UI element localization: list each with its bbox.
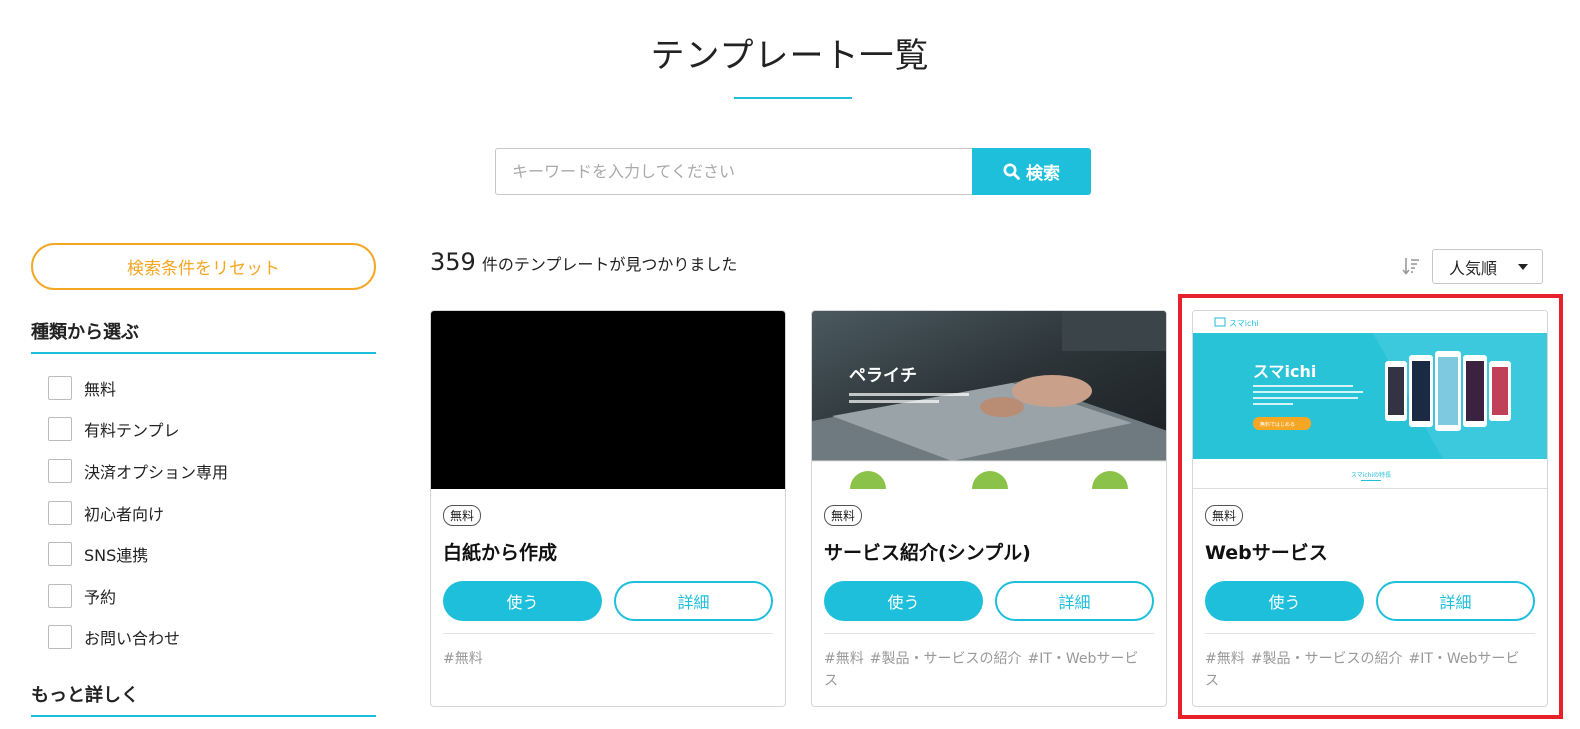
tag[interactable]: #無料 (443, 651, 483, 667)
template-card[interactable]: 無料 白紙から作成 使う 詳細 #無料 (430, 310, 786, 707)
sort-select[interactable]: 人気順 (1432, 249, 1543, 284)
filter-paid-template[interactable]: 有料テンプレ (48, 409, 228, 451)
filter-label: お問い合わせ (84, 629, 181, 649)
use-button[interactable]: 使う (1205, 581, 1364, 621)
filter-payment-option[interactable]: 決済オプション専用 (48, 450, 228, 492)
sort-order-icon[interactable] (1402, 256, 1420, 276)
checkbox[interactable] (48, 625, 72, 650)
use-button[interactable]: 使う (443, 581, 602, 621)
sort-select-value: 人気順 (1449, 258, 1498, 278)
search-box: 検索 (495, 148, 1091, 195)
search-icon (1003, 163, 1020, 180)
caret-down-icon (1518, 263, 1528, 270)
template-card[interactable]: ペライチ 無料 サービス紹介(シンプル) 使う 詳細 #無料 #製品・サービスの紹… (811, 310, 1167, 707)
price-badge: 無料 (443, 505, 482, 526)
results-count: 359 件のテンプレートが見つかりました (430, 248, 737, 276)
page-title: テンプレート一覧 (650, 36, 930, 76)
filter-label: SNS連携 (84, 546, 149, 566)
thumb-section-text: スマichiの特長 (1351, 471, 1391, 479)
detail-button[interactable]: 詳細 (995, 581, 1154, 621)
results-count-text: 件のテンプレートが見つかりました (481, 255, 738, 274)
card-divider (1205, 633, 1535, 634)
thumb-logo-text: スマichi (1229, 319, 1259, 328)
more-section-heading: もっと詳しく (31, 681, 376, 717)
template-thumbnail[interactable] (431, 311, 785, 489)
filter-label: 無料 (84, 379, 117, 399)
use-button[interactable]: 使う (824, 581, 983, 621)
tag[interactable]: #無料 (1205, 651, 1245, 667)
tag[interactable]: #無料 (824, 651, 864, 667)
checkbox[interactable] (48, 458, 72, 483)
checkbox[interactable] (48, 500, 72, 525)
checkbox[interactable] (48, 375, 72, 400)
search-input[interactable] (495, 148, 972, 195)
checkbox[interactable] (48, 417, 72, 442)
template-title: Webサービス (1205, 542, 1328, 564)
filter-list: 無料 有料テンプレ 決済オプション専用 初心者向け SNS連携 予約 お問い合わ… (48, 367, 228, 658)
price-badge: 無料 (824, 505, 863, 526)
type-section-heading: 種類から選ぶ (31, 318, 376, 354)
template-thumbnail[interactable]: ペライチ (812, 311, 1166, 489)
detail-button[interactable]: 詳細 (614, 581, 773, 621)
detail-button[interactable]: 詳細 (1376, 581, 1535, 621)
filter-beginner[interactable]: 初心者向け (48, 492, 228, 534)
filter-label: 決済オプション専用 (84, 462, 229, 482)
checkbox[interactable] (48, 542, 72, 567)
filter-reservation[interactable]: 予約 (48, 575, 228, 617)
template-thumbnail[interactable]: スマichi スマichi 無料ではじめる スマichiの特長 (1193, 311, 1547, 489)
template-card[interactable]: スマichi スマichi 無料ではじめる スマichiの特長 無料 Webサー… (1192, 310, 1548, 707)
filter-free[interactable]: 無料 (48, 367, 228, 409)
filter-sns[interactable]: SNS連携 (48, 533, 228, 575)
template-title: サービス紹介(シンプル) (824, 542, 1031, 564)
checkbox[interactable] (48, 583, 72, 608)
tag[interactable]: #製品・サービスの紹介 (870, 651, 1022, 667)
title-underline (734, 97, 852, 99)
search-button[interactable]: 検索 (972, 148, 1091, 195)
filter-label: 有料テンプレ (84, 421, 180, 441)
template-title: 白紙から作成 (443, 542, 558, 564)
webservice-preview-image: スマichi スマichi 無料ではじめる スマichiの特長 (1193, 311, 1547, 489)
card-divider (443, 633, 773, 634)
thumb-brand-text: ペライチ (849, 366, 917, 386)
card-divider (824, 633, 1154, 634)
filter-label: 予約 (84, 587, 117, 607)
tag[interactable]: #製品・サービスの紹介 (1251, 651, 1403, 667)
laptop-photo-image: ペライチ (812, 311, 1166, 489)
results-count-number: 359 (430, 248, 476, 276)
search-button-label: 検索 (1026, 164, 1060, 184)
filter-label: 初心者向け (84, 504, 165, 524)
price-badge: 無料 (1205, 505, 1244, 526)
tag-list: #無料 (443, 648, 773, 670)
tag-list: #無料 #製品・サービスの紹介 #IT・Webサービス (824, 648, 1154, 692)
filter-contact[interactable]: お問い合わせ (48, 617, 228, 659)
thumb-cta-text: 無料ではじめる (1260, 421, 1295, 428)
reset-filters-button[interactable]: 検索条件をリセット (31, 243, 376, 290)
thumb-headline: スマichi (1253, 362, 1316, 381)
tag-list: #無料 #製品・サービスの紹介 #IT・Webサービス (1205, 648, 1535, 692)
